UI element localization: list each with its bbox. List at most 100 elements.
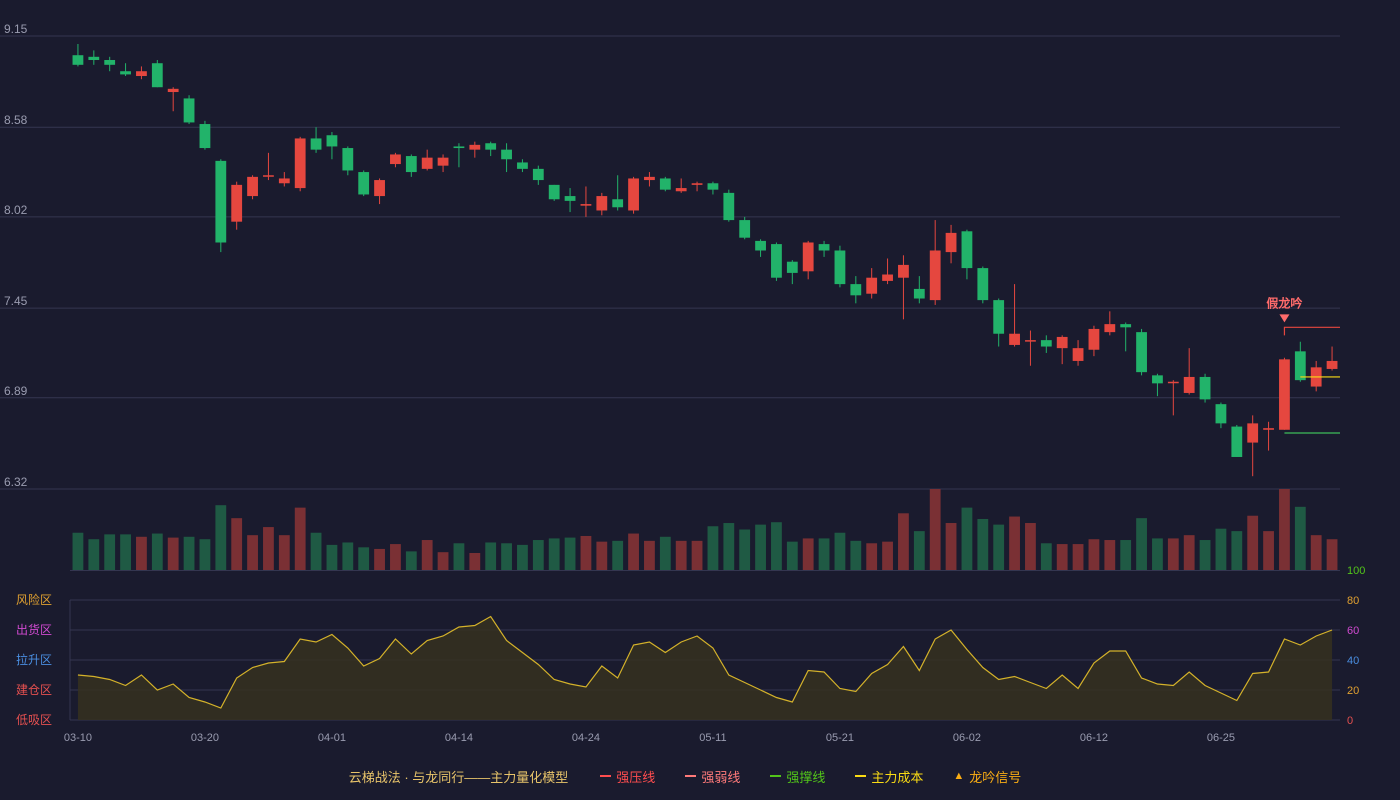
volume-bar xyxy=(644,540,655,570)
volume-bar xyxy=(199,539,211,570)
price-tick-label: 8.02 xyxy=(4,203,28,217)
strong-pressure-line-icon xyxy=(600,775,612,777)
candle-body xyxy=(278,178,290,184)
candle-body xyxy=(263,175,274,177)
volume-bar xyxy=(771,522,782,570)
volume-bar xyxy=(1136,518,1147,570)
volume-bar xyxy=(548,538,560,570)
candle-body xyxy=(612,199,624,208)
candle-body xyxy=(183,98,195,123)
volume-bar xyxy=(596,541,608,570)
candle-body xyxy=(437,157,449,166)
volume-bar xyxy=(88,539,100,570)
candle-body xyxy=(1247,423,1259,443)
candle-body xyxy=(485,143,497,150)
indicator-tick-label: 80 xyxy=(1347,595,1359,607)
volume-bar xyxy=(374,548,385,570)
candle-body xyxy=(1120,324,1132,328)
volume-bar xyxy=(993,524,1005,570)
candle-body xyxy=(1294,351,1306,381)
volume-bar xyxy=(1199,540,1211,570)
volume-bar xyxy=(961,507,973,570)
x-tick-label: 04-01 xyxy=(318,732,346,744)
main-cost-line-icon xyxy=(855,775,867,777)
candle-body xyxy=(961,231,973,269)
volume-bar xyxy=(675,540,687,570)
volume-bar xyxy=(72,532,84,570)
volume-bar xyxy=(913,531,925,570)
volume-bar xyxy=(580,535,592,570)
volume-bar xyxy=(866,543,878,570)
volume-bar xyxy=(358,547,370,570)
volume-bar xyxy=(390,544,401,570)
candle-body xyxy=(374,180,385,197)
candle-body xyxy=(850,284,862,296)
candle-body xyxy=(136,71,147,77)
zone-label: 建仓区 xyxy=(16,683,52,697)
volume-bar xyxy=(1025,523,1036,570)
candle-body xyxy=(596,196,608,211)
candle-body xyxy=(882,274,893,281)
x-tick-label: 06-02 xyxy=(953,732,981,744)
legend-label: 龙吟信号 xyxy=(969,769,1022,785)
volume-bar xyxy=(437,552,449,570)
candle-body xyxy=(802,242,814,272)
volume-bar xyxy=(136,536,147,570)
volume-bar xyxy=(1294,506,1306,570)
price-tick-label: 6.32 xyxy=(4,475,28,489)
volume-bar xyxy=(1247,515,1259,570)
candle-body xyxy=(326,135,338,147)
candle-body xyxy=(707,183,719,190)
zone-label: 低吸区 xyxy=(16,713,52,727)
zone-label: 拉升区 xyxy=(16,652,52,667)
zone-label: 出货区 xyxy=(16,622,52,637)
candle-body xyxy=(834,250,846,285)
candle-body xyxy=(723,192,735,221)
candle-body xyxy=(1072,348,1084,361)
volume-bar xyxy=(929,489,941,570)
volume-bar xyxy=(1040,543,1052,570)
volume-bar xyxy=(294,507,306,570)
candle-body xyxy=(977,268,989,301)
indicator-tick-label: 100 xyxy=(1347,565,1365,577)
x-tick-label: 05-21 xyxy=(826,732,854,744)
candle-body xyxy=(818,244,830,251)
volume-bar xyxy=(1120,540,1132,570)
volume-bar xyxy=(1183,535,1195,570)
volume-bar xyxy=(1072,544,1084,570)
candle-body xyxy=(898,264,909,278)
x-tick-label: 04-14 xyxy=(445,732,473,744)
volume-bar xyxy=(786,541,798,570)
volume-bar xyxy=(231,518,243,570)
volume-bar xyxy=(517,544,528,570)
candle-body xyxy=(1231,426,1243,457)
volume-bar xyxy=(405,551,417,570)
volume-bar xyxy=(453,543,465,570)
candle-body xyxy=(993,300,1005,334)
volume-bar xyxy=(485,542,497,570)
zone-label: 风险区 xyxy=(16,592,52,607)
candle-body xyxy=(517,162,528,169)
candle-body xyxy=(580,204,592,206)
candle-body xyxy=(1199,376,1211,400)
volume-bar xyxy=(564,537,576,570)
stock-chart: 9.15 8.58 8.02 7.45 6.89 6.32 假龙吟风险区出货区拉升区建仓区低… xyxy=(0,22,1365,744)
candle-body xyxy=(231,184,243,222)
volume-bar xyxy=(120,534,131,570)
candle-body xyxy=(1104,324,1116,333)
price-tick-label: 9.15 xyxy=(4,22,28,36)
candle-body xyxy=(548,184,560,200)
candle-body xyxy=(929,250,941,301)
candle-body xyxy=(104,60,116,65)
candle-body xyxy=(358,172,370,195)
candle-body xyxy=(1025,340,1036,342)
candle-body xyxy=(1136,332,1147,373)
volume-bar xyxy=(326,544,338,570)
legend-item-main-cost: 主力成本 xyxy=(855,767,923,786)
candle-body xyxy=(453,146,465,149)
indicator-tick-label: 60 xyxy=(1347,625,1359,637)
legend-label: 强撑线 xyxy=(786,769,826,785)
candle-body xyxy=(691,183,703,185)
candle-body xyxy=(913,288,925,299)
strength-line-icon xyxy=(685,775,697,777)
